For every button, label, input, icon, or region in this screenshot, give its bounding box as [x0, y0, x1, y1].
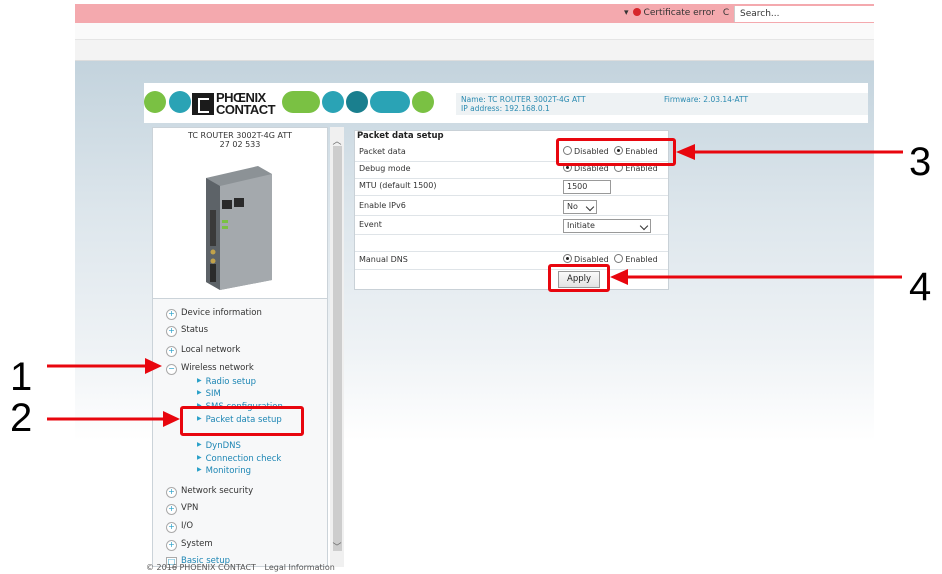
annotation-arrows: [47, 144, 903, 427]
annotation-number-4: 4: [909, 265, 932, 309]
annotation-number-2: 2: [10, 396, 33, 440]
annotation-number-3: 3: [909, 140, 932, 184]
annotation-number-1: 1: [10, 355, 33, 399]
